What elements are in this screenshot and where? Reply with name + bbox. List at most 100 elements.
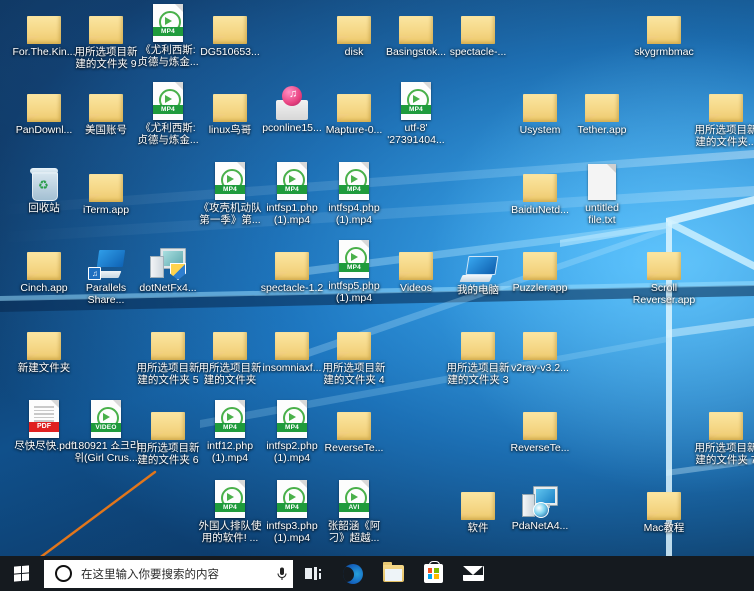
desktop-icon[interactable]: skygrmbmac (628, 4, 700, 58)
parallels-share-icon: ♫ (88, 250, 126, 280)
desktop-icon[interactable]: 用所选项目新 建的文件夹 4 (318, 320, 390, 386)
folder-icon (709, 94, 743, 122)
windows-logo-icon (13, 565, 29, 582)
desktop-icon[interactable]: MP4 intfsp4.php (1).mp4 (318, 160, 390, 226)
task-view-icon (304, 567, 322, 580)
desktop-icon-glyph (566, 160, 638, 200)
recycle-bin-icon: ♻ (29, 166, 59, 201)
desktop-icon-grid: For.The.Kin... 用所选项目新 建的文件夹 9 MP4 《尤利西斯: 贞德… (0, 0, 754, 591)
desktop-icon[interactable]: Scroll Reverser.app (628, 240, 700, 306)
desktop-icon[interactable]: AVI 张韶涵《阿 刁》超越... (318, 478, 390, 544)
desktop-icon[interactable]: 新建文件夹 (8, 320, 80, 374)
desktop-icon-label: ReverseTe... (510, 442, 570, 454)
desktop-icon[interactable]: dotNetFx4... (132, 240, 204, 294)
pdf-file-icon: PDF (29, 400, 59, 438)
desktop-icon-glyph (628, 4, 700, 44)
search-placeholder: 在这里输入你要搜索的内容 (81, 568, 219, 581)
taskbar: 在这里输入你要搜索的内容 (0, 556, 754, 591)
desktop-icon[interactable]: MP4 utf-8' '27391404... (380, 80, 452, 146)
folder-icon (27, 332, 61, 360)
folder-icon (647, 252, 681, 280)
folder-icon (647, 16, 681, 44)
mail-button[interactable] (453, 556, 493, 591)
desktop-icon[interactable]: 用所选项目新 建的文件夹... (690, 82, 754, 148)
folder-icon (709, 412, 743, 440)
folder-icon (337, 412, 371, 440)
desktop-icon-glyph (628, 240, 700, 280)
pdanet-icon (522, 486, 558, 518)
mp4-file-icon: MP4 (277, 480, 307, 518)
desktop-icon[interactable]: ReverseTe... (504, 400, 576, 454)
search-input[interactable]: 在这里输入你要搜索的内容 (44, 559, 293, 588)
folder-icon (275, 252, 309, 280)
desktop-icon-label: 用所选项目新 建的文件夹 4 (322, 362, 386, 386)
desktop-icon-label: ReverseTe... (324, 442, 384, 454)
folder-icon (461, 332, 495, 360)
desktop-icon-glyph (70, 162, 142, 202)
desktop-icon-glyph: MP4 (380, 80, 452, 120)
desktop-icon-label: 新建文件夹 (17, 362, 71, 374)
desktop-icon-label: iTerm.app (82, 204, 130, 216)
desktop-icon[interactable]: Puzzler.app (504, 240, 576, 294)
dotnetfx-installer-icon (150, 248, 186, 280)
desktop-background[interactable]: For.The.Kin... 用所选项目新 建的文件夹 9 MP4 《尤利西斯: 贞德… (0, 0, 754, 591)
my-computer-icon (459, 256, 499, 282)
mp4-file-icon: MP4 (153, 4, 183, 42)
folder-icon (585, 94, 619, 122)
desktop-icon[interactable]: ReverseTe... (318, 400, 390, 454)
desktop-icon[interactable]: untitled file.txt (566, 160, 638, 226)
desktop-icon[interactable]: iTerm.app (70, 162, 142, 216)
desktop-icon[interactable]: Mac教程 (628, 480, 700, 534)
folder-icon (27, 252, 61, 280)
desktop-icon-glyph (194, 4, 266, 44)
folder-icon (213, 16, 247, 44)
mail-icon (462, 566, 484, 581)
folder-icon (399, 16, 433, 44)
folder-icon (89, 174, 123, 202)
mp4-file-icon: MP4 (215, 480, 245, 518)
desktop-icon[interactable]: PdaNetA4... (504, 478, 576, 532)
mp4-file-icon: MP4 (339, 240, 369, 278)
folder-icon (523, 94, 557, 122)
desktop-icon[interactable]: Tether.app (566, 82, 638, 136)
folder-icon (151, 412, 185, 440)
folder-icon (275, 332, 309, 360)
desktop-icon-label: Scroll Reverser.app (632, 282, 696, 306)
folder-icon (461, 16, 495, 44)
desktop-icon-glyph (318, 320, 390, 360)
microphone-icon[interactable] (271, 567, 293, 581)
mp4-file-icon: MP4 (277, 400, 307, 438)
task-view-button[interactable] (293, 556, 333, 591)
desktop-icon[interactable]: spectacle-... (442, 4, 514, 58)
microsoft-edge-button[interactable] (333, 556, 373, 591)
mp4-file-icon: MP4 (215, 400, 245, 438)
folder-icon (461, 492, 495, 520)
folder-icon (213, 332, 247, 360)
desktop-icon-glyph: AVI (318, 478, 390, 518)
desktop-icon-glyph (442, 4, 514, 44)
desktop-icon-glyph (318, 400, 390, 440)
start-button[interactable] (0, 556, 42, 591)
desktop-icon[interactable]: 用所选项目新 建的文件夹 7 (690, 400, 754, 466)
avi-file-icon: AVI (339, 480, 369, 518)
folder-icon (523, 412, 557, 440)
desktop-icon-label: utf-8' '27391404... (387, 122, 445, 146)
desktop-icon[interactable]: DG510653... (194, 4, 266, 58)
desktop-icon-glyph (690, 82, 754, 122)
microsoft-store-button[interactable] (413, 556, 453, 591)
file-explorer-button[interactable] (373, 556, 413, 591)
desktop-icon-glyph (504, 400, 576, 440)
mp4-file-icon: MP4 (153, 82, 183, 120)
folder-icon (523, 332, 557, 360)
desktop-icon-label: 用所选项目新 建的文件夹 7 (694, 442, 754, 466)
folder-icon (27, 16, 61, 44)
search-icon (55, 565, 72, 582)
desktop-icon-glyph (504, 320, 576, 360)
desktop-icon-label: Mac教程 (643, 522, 685, 534)
file-explorer-icon (382, 562, 404, 582)
mp4-file-icon: MP4 (277, 162, 307, 200)
desktop-icon-label: 用所选项目新 建的文件夹... (694, 124, 754, 148)
desktop-icon-glyph (566, 82, 638, 122)
desktop-icon[interactable]: v2ray-v3.2... (504, 320, 576, 374)
folder-icon (89, 94, 123, 122)
